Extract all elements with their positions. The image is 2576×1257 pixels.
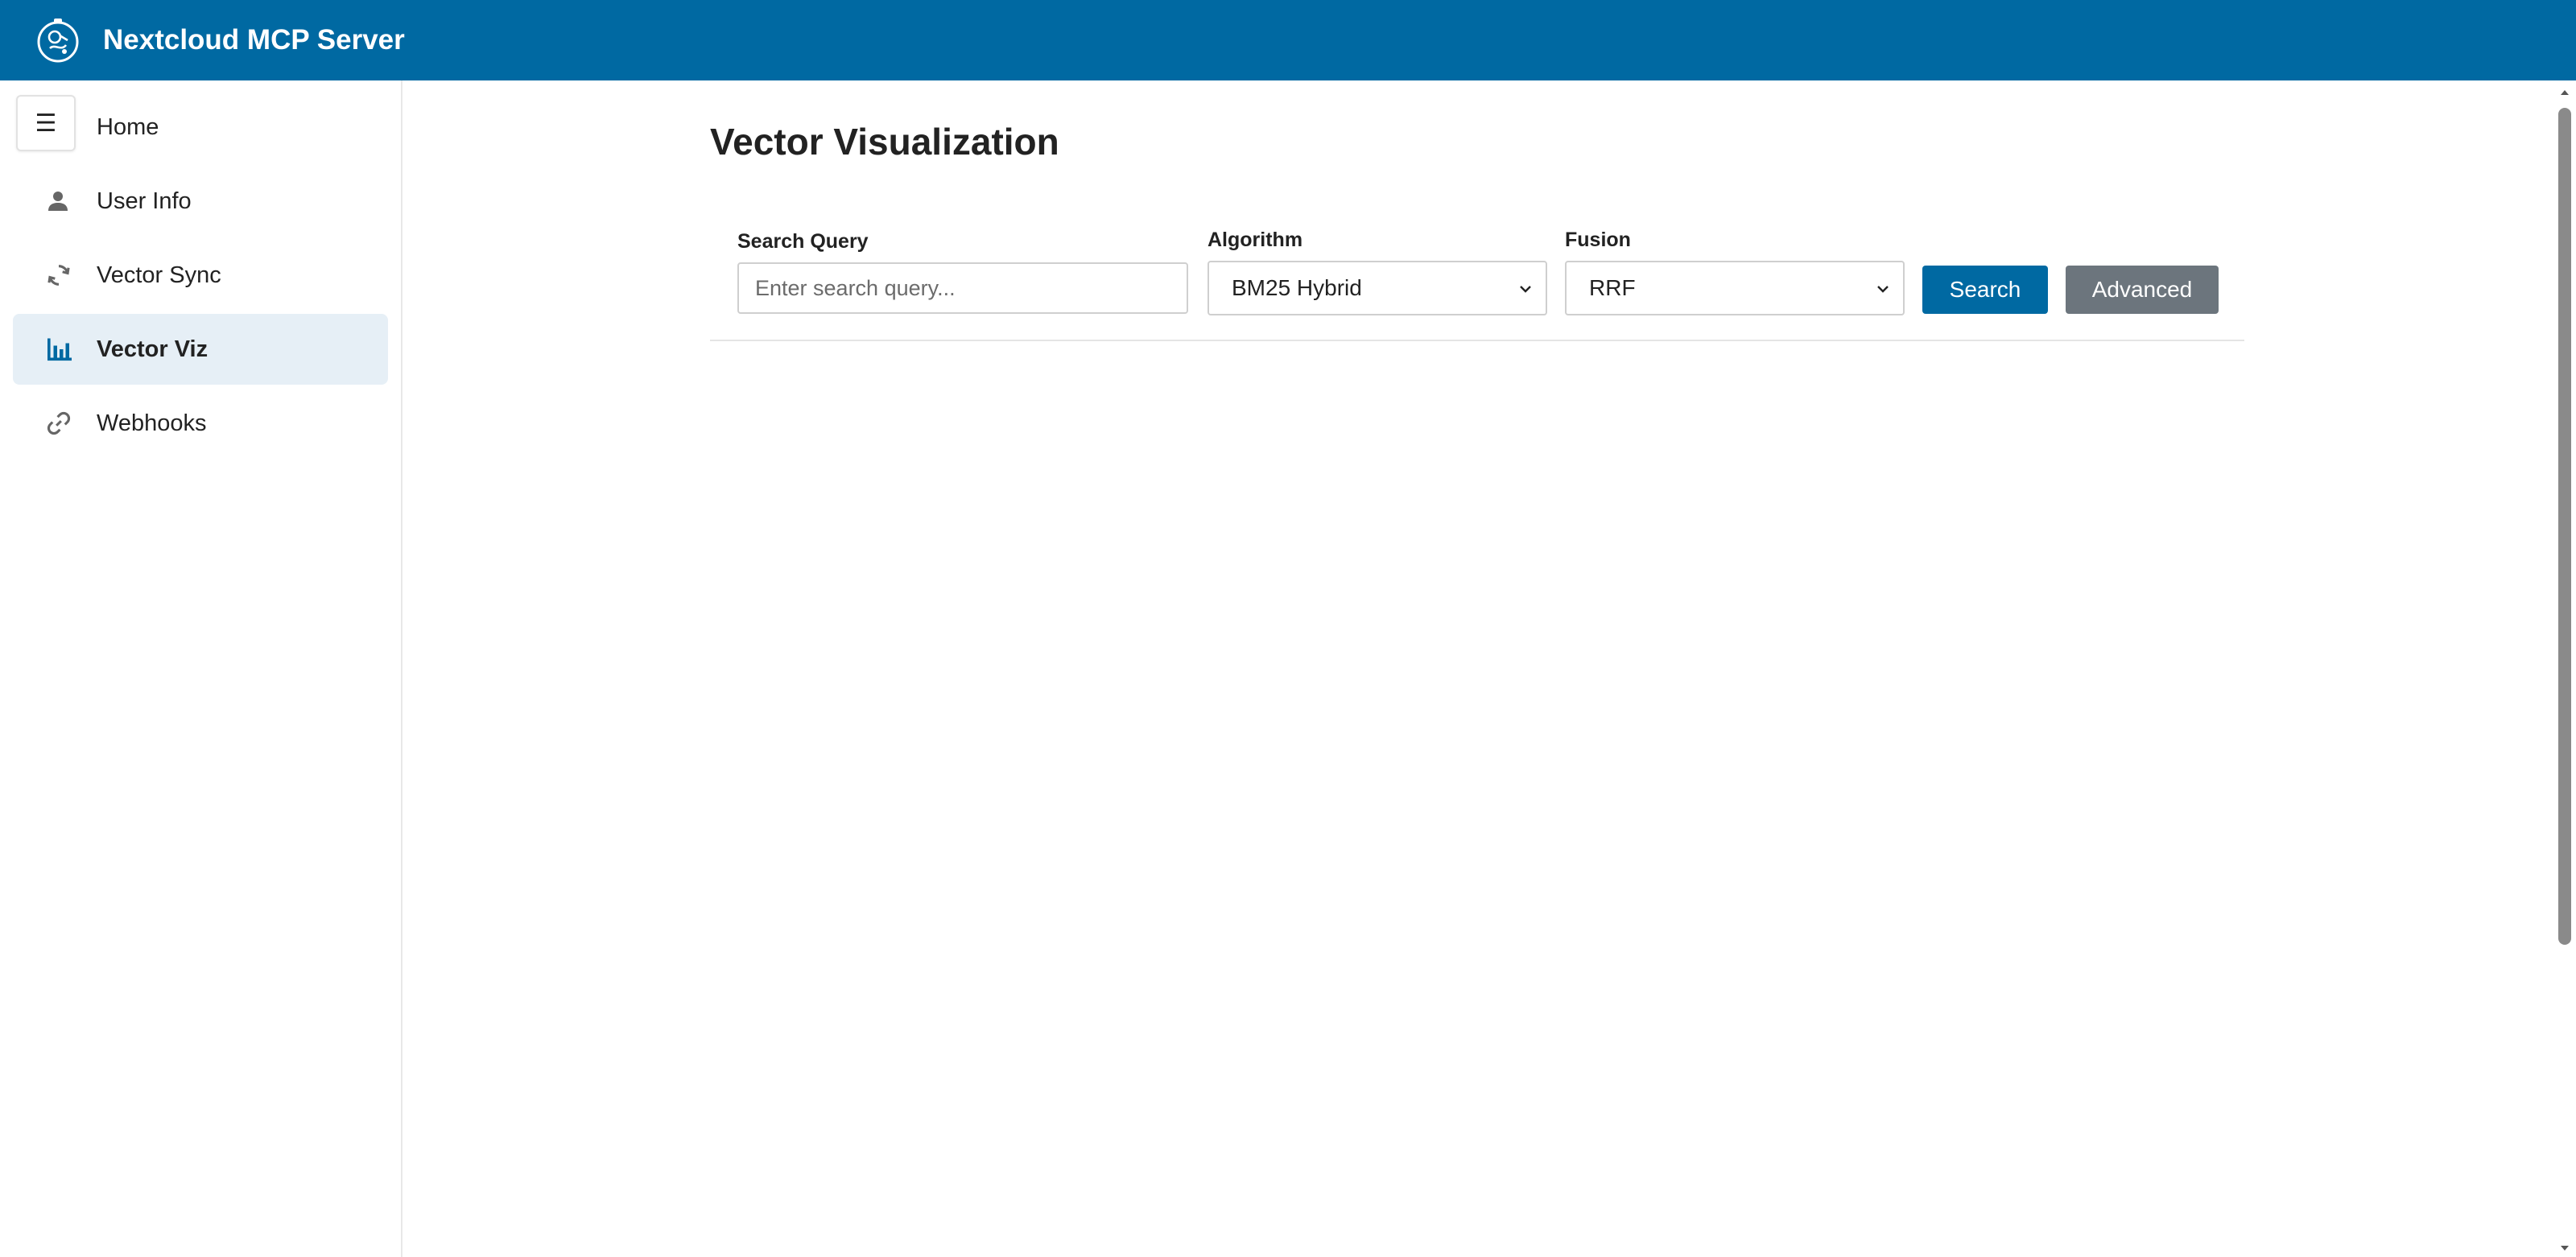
- search-query-label: Search Query: [737, 230, 869, 253]
- algorithm-selected-value: BM25 Hybrid: [1232, 275, 1362, 300]
- chevron-down-icon: [1877, 286, 1889, 293]
- scroll-up-arrow-icon[interactable]: [2558, 87, 2571, 98]
- link-icon: [45, 388, 103, 459]
- sidebar-item-label: User Info: [97, 188, 192, 214]
- sidebar: ☰ Home User Info Vector Sync Vector Viz …: [0, 80, 402, 1257]
- app-header: Nextcloud MCP Server: [0, 0, 2576, 80]
- divider: [710, 340, 2244, 341]
- sidebar-item-label: Vector Sync: [97, 262, 221, 288]
- fusion-label: Fusion: [1565, 229, 1631, 251]
- app-title: Nextcloud MCP Server: [103, 24, 405, 56]
- chevron-down-icon: [1520, 286, 1531, 293]
- advanced-button[interactable]: Advanced: [2066, 266, 2219, 314]
- page-title: Vector Visualization: [710, 121, 1059, 163]
- sidebar-item-label: Vector Viz: [97, 336, 208, 362]
- sidebar-item-label: Home: [97, 114, 159, 140]
- nextcloud-logo-icon[interactable]: [35, 16, 80, 64]
- scrollbar-thumb[interactable]: [2558, 108, 2571, 945]
- sidebar-item-home[interactable]: Home: [13, 92, 388, 163]
- sidebar-item-webhooks[interactable]: Webhooks: [13, 388, 388, 459]
- algorithm-label: Algorithm: [1208, 229, 1303, 251]
- fusion-select[interactable]: RRF: [1565, 261, 1905, 315]
- algorithm-select[interactable]: BM25 Hybrid: [1208, 261, 1547, 315]
- vertical-scrollbar[interactable]: [2553, 80, 2576, 1257]
- user-icon: [45, 166, 103, 237]
- fusion-selected-value: RRF: [1589, 275, 1636, 300]
- sidebar-item-user-info[interactable]: User Info: [13, 166, 388, 237]
- scroll-down-arrow-icon[interactable]: [2558, 1243, 2571, 1254]
- search-button[interactable]: Search: [1922, 266, 2048, 314]
- main-content: Vector Visualization Search Query Algori…: [404, 80, 2553, 1257]
- search-query-input[interactable]: [737, 262, 1188, 314]
- sidebar-item-vector-viz[interactable]: Vector Viz: [13, 314, 388, 385]
- sidebar-item-vector-sync[interactable]: Vector Sync: [13, 240, 388, 311]
- bar-chart-icon: [45, 314, 103, 385]
- sync-icon: [45, 240, 103, 311]
- sidebar-item-label: Webhooks: [97, 410, 207, 436]
